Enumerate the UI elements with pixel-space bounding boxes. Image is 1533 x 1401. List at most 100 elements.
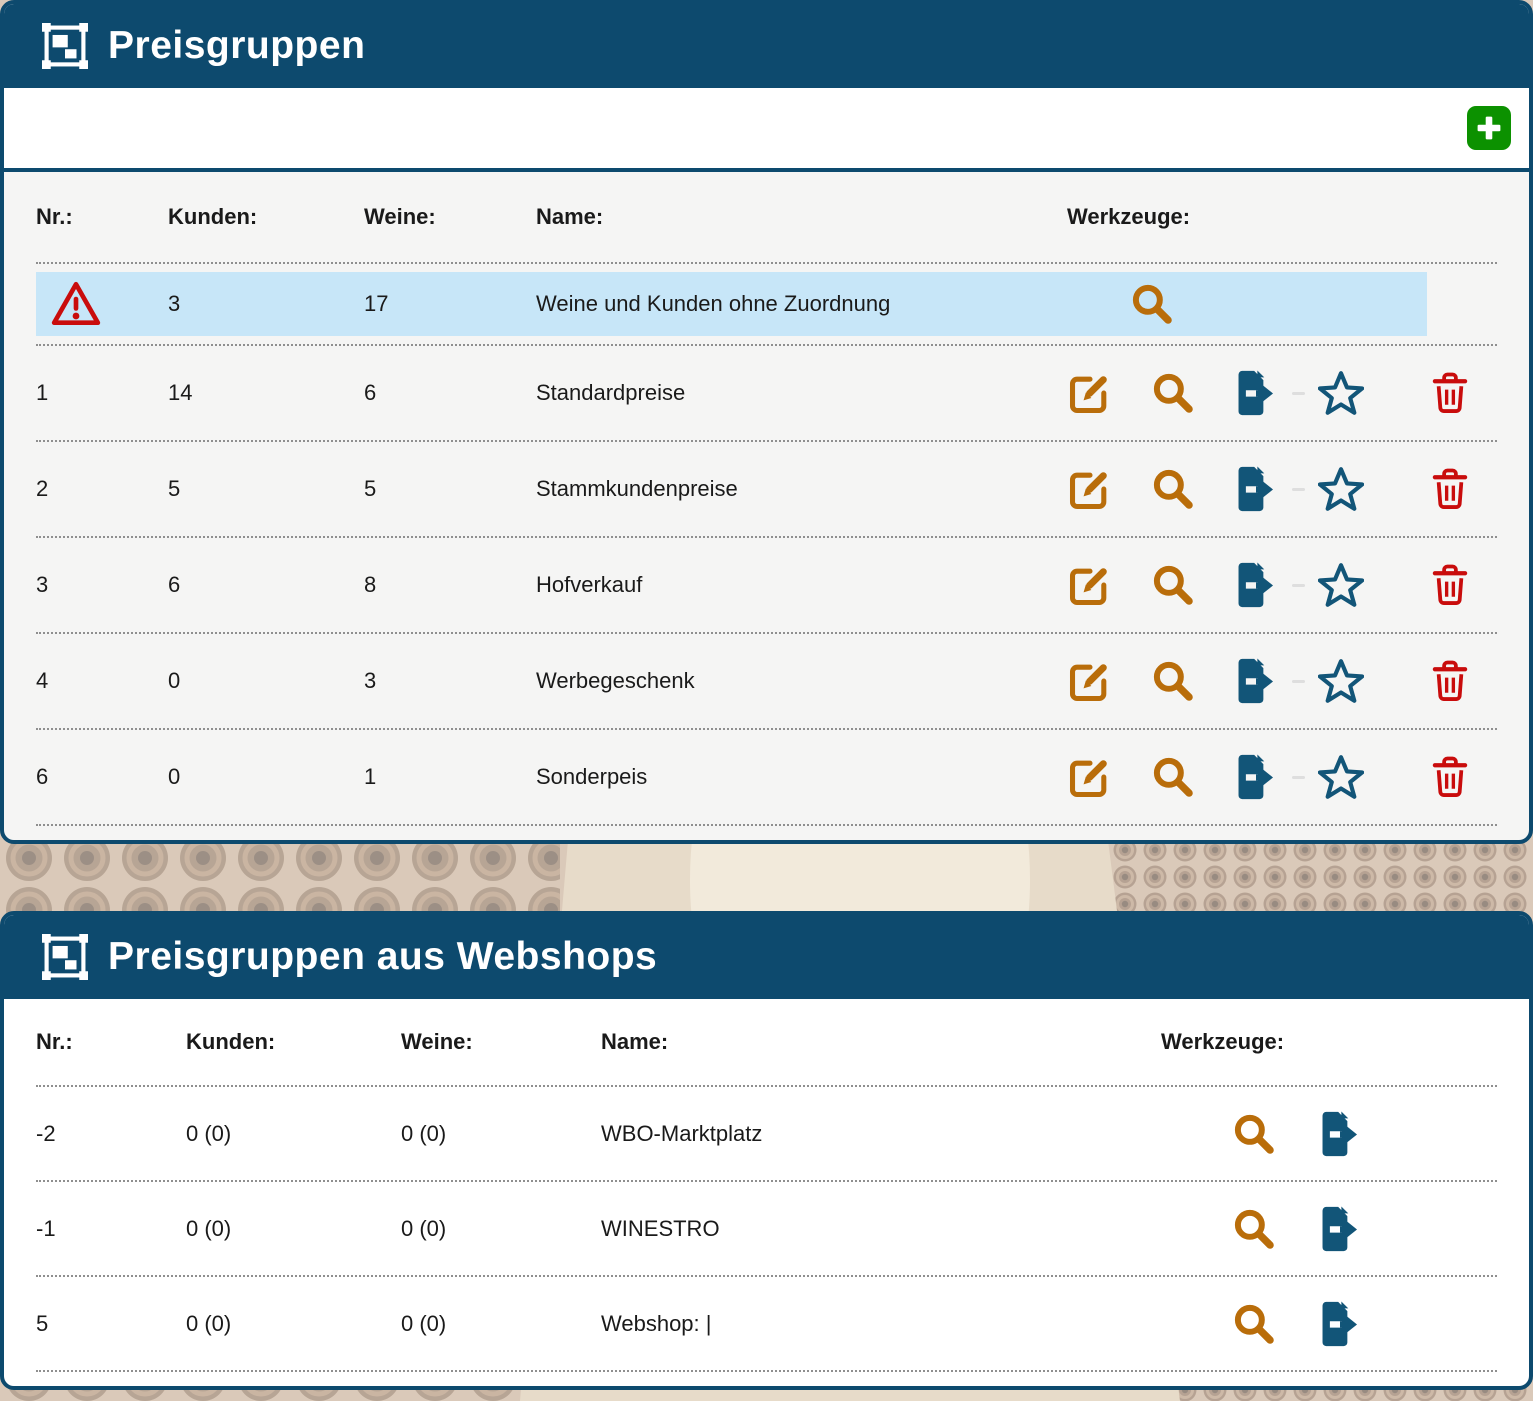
cell-weine: 8: [364, 572, 536, 598]
trash-icon[interactable]: [1429, 562, 1471, 608]
star-icon[interactable]: [1318, 562, 1364, 608]
file-export-icon[interactable]: [1233, 754, 1279, 800]
search-icon[interactable]: [1150, 370, 1196, 416]
cell-weine: 5: [364, 476, 536, 502]
file-export-icon[interactable]: [1317, 1111, 1363, 1157]
cell-name: WBO-Marktplatz: [601, 1121, 1161, 1147]
separator-dash: [1292, 392, 1305, 395]
table-row: -2 0 (0) 0 (0) WBO-Marktplatz: [36, 1085, 1497, 1180]
background-gap: [0, 1390, 1533, 1395]
col-header-name: Name:: [601, 1029, 1161, 1055]
trash-icon[interactable]: [1429, 658, 1471, 704]
file-export-icon[interactable]: [1233, 466, 1279, 512]
file-export-icon[interactable]: [1233, 562, 1279, 608]
cell-kunden: 3: [168, 291, 364, 317]
panel-title: Preisgruppen: [108, 24, 365, 68]
star-icon[interactable]: [1318, 466, 1364, 512]
cell-kunden: 0 (0): [186, 1121, 401, 1147]
edit-icon[interactable]: [1067, 466, 1113, 512]
webshops-table: Nr.: Kunden: Weine: Name: Werkzeuge: -2 …: [4, 999, 1529, 1386]
star-icon[interactable]: [1318, 658, 1364, 704]
table-bottom-spacer: [36, 1370, 1497, 1386]
file-export-icon[interactable]: [1317, 1206, 1363, 1252]
search-icon[interactable]: [1150, 754, 1196, 800]
search-icon[interactable]: [1231, 1301, 1277, 1347]
table-row: 3 6 8 Hofverkauf: [36, 536, 1497, 632]
object-group-icon: [42, 934, 88, 980]
file-export-icon[interactable]: [1233, 370, 1279, 416]
preisgruppen-page: Preisgruppen Nr.: Kunden: Weine: Name: W…: [0, 0, 1533, 1401]
cell-name: WINESTRO: [601, 1216, 1161, 1242]
edit-icon[interactable]: [1067, 370, 1113, 416]
search-icon[interactable]: [1150, 658, 1196, 704]
object-group-icon: [42, 23, 88, 69]
background-gap: [0, 844, 1533, 911]
row-tools: [1161, 1111, 1497, 1157]
table-row: 1 14 6 Standardpreise: [36, 344, 1497, 440]
cell-weine: 3: [364, 668, 536, 694]
cell-nr: 1: [36, 380, 168, 406]
row-tools: [1051, 754, 1497, 800]
cell-weine: 0 (0): [401, 1121, 601, 1147]
webshops-titlebar: Preisgruppen aus Webshops: [4, 915, 1529, 999]
table-row: -1 0 (0) 0 (0) WINESTRO: [36, 1180, 1497, 1275]
row-tools: [1161, 1301, 1497, 1347]
panel-webshops: Preisgruppen aus Webshops Nr.: Kunden: W…: [0, 911, 1533, 1390]
edit-icon[interactable]: [1067, 754, 1113, 800]
cell-weine: 1: [364, 764, 536, 790]
cell-nr: 4: [36, 668, 168, 694]
cell-kunden: 14: [168, 380, 364, 406]
file-export-icon[interactable]: [1233, 658, 1279, 704]
star-icon[interactable]: [1318, 370, 1364, 416]
trash-icon[interactable]: [1429, 754, 1471, 800]
cell-kunden: 0: [168, 668, 364, 694]
cell-kunden: 0: [168, 764, 364, 790]
cell-name: Weine und Kunden ohne Zuordnung: [536, 291, 1051, 317]
table-header-row: Nr.: Kunden: Weine: Name: Werkzeuge:: [36, 172, 1497, 262]
col-header-nr: Nr.:: [36, 204, 168, 230]
cell-nr: 6: [36, 764, 168, 790]
cell-name: Stammkundenpreise: [536, 476, 1051, 502]
col-header-kunden: Kunden:: [186, 1029, 401, 1055]
col-header-kunden: Kunden:: [168, 204, 364, 230]
cell-name: Werbegeschenk: [536, 668, 1051, 694]
cell-name: Standardpreise: [536, 380, 1051, 406]
table-row-warning: 3 17 Weine und Kunden ohne Zuordnung: [36, 262, 1497, 344]
search-icon[interactable]: [1150, 466, 1196, 512]
col-header-weine: Weine:: [364, 204, 536, 230]
add-pricegroup-button[interactable]: [1467, 106, 1511, 150]
plus-icon: [1474, 113, 1504, 143]
cell-nr: 5: [36, 1311, 186, 1337]
cell-kunden: 0 (0): [186, 1216, 401, 1242]
file-export-icon[interactable]: [1317, 1301, 1363, 1347]
row-tools: [1051, 562, 1497, 608]
edit-icon[interactable]: [1067, 658, 1113, 704]
separator-dash: [1292, 776, 1305, 779]
table-row: 5 0 (0) 0 (0) Webshop: |: [36, 1275, 1497, 1370]
search-icon[interactable]: [1129, 281, 1175, 327]
pricegroups-titlebar: Preisgruppen: [4, 4, 1529, 88]
separator-dash: [1292, 488, 1305, 491]
row-tools: [1051, 370, 1497, 416]
row-tools: [1051, 466, 1497, 512]
cell-kunden: 0 (0): [186, 1311, 401, 1337]
star-icon[interactable]: [1318, 754, 1364, 800]
pricegroups-toolbar: [4, 88, 1529, 172]
table-header-row: Nr.: Kunden: Weine: Name: Werkzeuge:: [36, 999, 1497, 1085]
col-header-werkzeuge: Werkzeuge:: [1051, 204, 1497, 230]
col-header-nr: Nr.:: [36, 1029, 186, 1055]
pricegroups-table: Nr.: Kunden: Weine: Name: Werkzeuge: 3 1…: [4, 172, 1529, 840]
trash-icon[interactable]: [1429, 370, 1471, 416]
col-header-werkzeuge: Werkzeuge:: [1161, 1029, 1497, 1055]
search-icon[interactable]: [1231, 1111, 1277, 1157]
cell-name: Webshop: |: [601, 1311, 1161, 1337]
edit-icon[interactable]: [1067, 562, 1113, 608]
search-icon[interactable]: [1150, 562, 1196, 608]
search-icon[interactable]: [1231, 1206, 1277, 1252]
row-tools: [1051, 281, 1427, 327]
cell-weine: 6: [364, 380, 536, 406]
cell-name: Sonderpeis: [536, 764, 1051, 790]
trash-icon[interactable]: [1429, 466, 1471, 512]
row-tools: [1051, 658, 1497, 704]
warning-triangle-icon: [48, 278, 104, 330]
